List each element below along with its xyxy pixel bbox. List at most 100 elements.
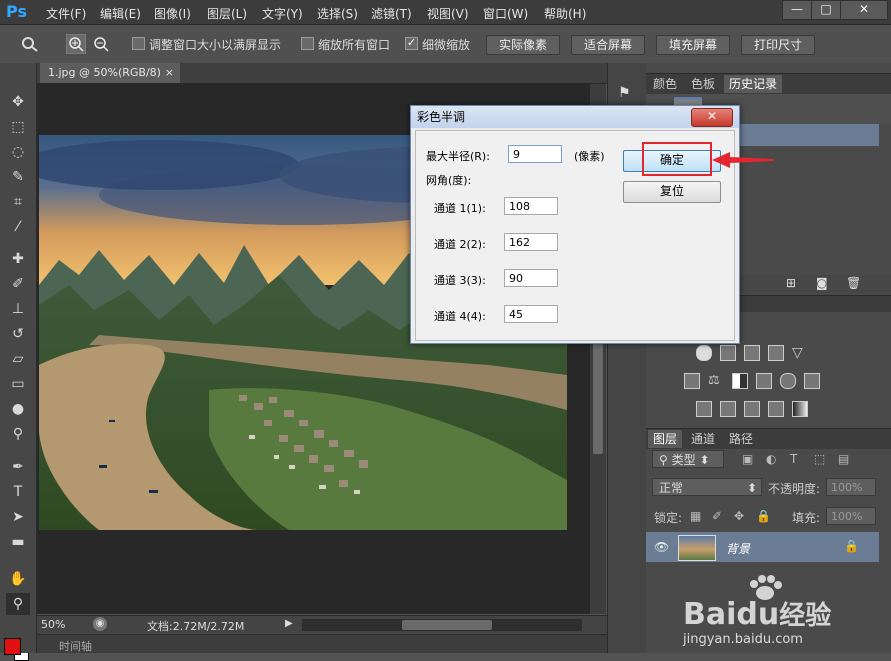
blur-tool-icon[interactable]: ● — [6, 398, 30, 420]
scrubby-zoom-checkbox[interactable]: ✓ — [405, 37, 418, 50]
posterize-icon[interactable] — [720, 401, 736, 417]
type-tool-icon[interactable]: T — [6, 481, 30, 503]
filter-smart-object-icon[interactable]: ▤ — [838, 452, 849, 466]
history-brush-panel-icon[interactable]: ⚑ — [618, 85, 631, 101]
eraser-tool-icon[interactable]: ▱ — [6, 348, 30, 370]
print-size-button[interactable]: 打印尺寸 — [741, 35, 815, 55]
black-white-icon[interactable] — [732, 373, 748, 389]
photo-filter-icon[interactable] — [756, 373, 772, 389]
lasso-tool-icon[interactable]: ◌ — [6, 141, 30, 163]
gradient-map-icon[interactable] — [792, 401, 808, 417]
menu-edit[interactable]: 编辑(E) — [100, 5, 141, 22]
fill-screen-button[interactable]: 填充屏幕 — [656, 35, 730, 55]
move-tool-icon[interactable]: ✥ — [6, 91, 30, 113]
color-lookup-icon[interactable] — [804, 373, 820, 389]
menu-filter[interactable]: 滤镜(T) — [371, 5, 412, 22]
gradient-tool-icon[interactable]: ▭ — [6, 373, 30, 395]
tab-color[interactable]: 颜色 — [648, 75, 682, 93]
filter-adjustment-icon[interactable]: ◐ — [766, 452, 776, 466]
pen-tool-icon[interactable]: ✒ — [6, 456, 30, 478]
vibrance-icon[interactable]: ▽ — [792, 345, 806, 361]
menu-view[interactable]: 视图(V) — [427, 5, 469, 22]
filter-shape-icon[interactable]: ⬚ — [814, 452, 825, 466]
zoom-level[interactable]: 50% — [41, 618, 65, 631]
actual-pixels-button[interactable]: 实际像素 — [486, 35, 560, 55]
layer-filter-kind-select[interactable]: ⚲ 类型 ⬍ — [652, 450, 724, 468]
invert-icon[interactable] — [696, 401, 712, 417]
zoom-tool-icon[interactable] — [20, 35, 42, 53]
levels-icon[interactable] — [720, 345, 736, 361]
channel-1-input[interactable]: 108 — [504, 197, 558, 215]
new-document-from-state-icon[interactable]: ⊞ — [786, 276, 796, 290]
color-balance-icon[interactable]: ⚖ — [708, 373, 722, 388]
new-snapshot-icon[interactable]: ◙ — [816, 276, 828, 290]
selective-color-icon[interactable] — [768, 401, 784, 417]
quick-select-tool-icon[interactable]: ✎ — [6, 166, 30, 188]
menu-select[interactable]: 选择(S) — [317, 5, 358, 22]
zoom-out-icon[interactable] — [91, 34, 111, 54]
threshold-icon[interactable] — [744, 401, 760, 417]
menu-help[interactable]: 帮助(H) — [544, 5, 586, 22]
tab-history[interactable]: 历史记录 — [724, 75, 783, 93]
channel-4-input[interactable]: 45 — [504, 305, 558, 323]
brightness-icon[interactable] — [696, 345, 712, 361]
document-tab[interactable]: 1.jpg @ 50%(RGB/8) × — [40, 63, 180, 83]
zoom-tool-selected-icon[interactable]: ⚲ — [6, 593, 30, 615]
hand-tool-icon[interactable]: ✋ — [6, 568, 30, 590]
opacity-input[interactable]: 100% — [826, 478, 876, 496]
timeline-panel-bar[interactable]: 时间轴 — [37, 634, 607, 653]
shape-tool-icon[interactable]: ▬ — [6, 531, 30, 553]
resize-windows-checkbox[interactable] — [132, 37, 145, 50]
menu-window[interactable]: 窗口(W) — [483, 5, 528, 22]
layer-row-background[interactable]: 👁 背景 🔒 — [646, 532, 879, 562]
brush-tool-icon[interactable]: ✐ — [6, 273, 30, 295]
blend-mode-select[interactable]: 正常 ⬍ — [652, 478, 762, 496]
zoom-in-icon[interactable] — [66, 34, 86, 54]
max-radius-input[interactable]: 9 — [508, 145, 562, 163]
foreground-color-swatch[interactable] — [4, 638, 21, 655]
channel-2-input[interactable]: 162 — [504, 233, 558, 251]
status-menu-arrow-icon[interactable]: ▶ — [285, 618, 293, 629]
lock-image-icon[interactable]: ✐ — [712, 509, 722, 523]
layer-name[interactable]: 背景 — [726, 540, 750, 557]
reset-button[interactable]: 复位 — [623, 181, 721, 203]
channel-mixer-icon[interactable] — [780, 373, 796, 389]
delete-state-icon[interactable]: 🗑 — [846, 276, 861, 290]
layer-visibility-eye-icon[interactable]: 👁 — [654, 540, 669, 554]
tab-paths[interactable]: 路径 — [724, 430, 758, 448]
crop-tool-icon[interactable]: ⌗ — [6, 191, 30, 213]
close-window-button[interactable]: ✕ — [840, 0, 888, 20]
eyedropper-tool-icon[interactable]: ⁄ — [6, 216, 30, 238]
zoom-all-checkbox[interactable] — [301, 37, 314, 50]
status-info-icon[interactable]: ◉ — [93, 617, 107, 631]
maximize-button[interactable]: □ — [811, 0, 841, 20]
fill-input[interactable]: 100% — [826, 507, 876, 525]
dodge-tool-icon[interactable]: ⚲ — [6, 423, 30, 445]
marquee-tool-icon[interactable]: ⬚ — [6, 116, 30, 138]
menu-file[interactable]: 文件(F) — [46, 5, 86, 22]
hue-saturation-icon[interactable] — [684, 373, 700, 389]
filter-pixel-icon[interactable]: ▣ — [742, 452, 753, 466]
lock-transparent-icon[interactable]: ▦ — [690, 509, 701, 523]
channel-3-input[interactable]: 90 — [504, 269, 558, 287]
history-brush-tool-icon[interactable]: ↺ — [6, 323, 30, 345]
healing-brush-tool-icon[interactable]: ✚ — [6, 248, 30, 270]
clone-stamp-tool-icon[interactable]: ⊥ — [6, 298, 30, 320]
close-tab-icon[interactable]: × — [165, 63, 174, 83]
menu-image[interactable]: 图像(I) — [154, 5, 191, 22]
path-select-tool-icon[interactable]: ➤ — [6, 506, 30, 528]
fit-screen-button[interactable]: 适合屏幕 — [571, 35, 645, 55]
filter-type-icon[interactable]: T — [790, 452, 797, 466]
horizontal-scrollbar[interactable] — [302, 619, 582, 631]
dialog-close-button[interactable]: ✕ — [691, 108, 733, 127]
menu-type[interactable]: 文字(Y) — [262, 5, 303, 22]
lock-position-icon[interactable]: ✥ — [734, 509, 744, 523]
tab-channels[interactable]: 通道 — [686, 430, 720, 448]
horizontal-scroll-thumb[interactable] — [402, 620, 492, 630]
exposure-icon[interactable] — [768, 345, 784, 361]
minimize-button[interactable]: — — [782, 0, 812, 20]
menu-layer[interactable]: 图层(L) — [207, 5, 247, 22]
tab-layers[interactable]: 图层 — [648, 430, 683, 448]
tab-swatches[interactable]: 色板 — [686, 75, 720, 93]
curves-icon[interactable] — [744, 345, 760, 361]
